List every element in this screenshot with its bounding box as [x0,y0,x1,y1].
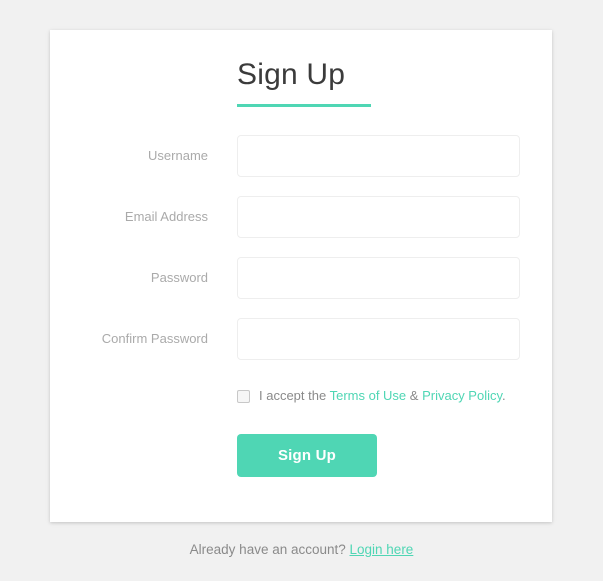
signup-card: Sign Up Username Email Address Password … [50,30,552,522]
username-label: Username [148,148,208,163]
confirm-password-input[interactable] [237,318,520,360]
signup-page: Sign Up Username Email Address Password … [0,0,603,581]
terms-prefix: I accept the [259,388,330,403]
footer: Already have an account? Login here [0,541,603,559]
password-label: Password [150,270,208,285]
footer-text: Already have an account? [189,542,350,557]
terms-suffix: . [502,388,506,403]
login-here-link[interactable]: Login here [350,542,414,557]
terms-of-use-link[interactable]: Terms of Use [330,388,407,403]
terms-row: I accept the Terms of Use & Privacy Poli… [237,388,506,404]
username-input[interactable] [237,135,520,177]
form-row-confirm-password: Confirm Password [50,318,552,379]
page-title-text: Sign Up [237,58,346,91]
password-input[interactable] [237,257,520,299]
form-row-password: Password [50,257,552,318]
signup-form: Username Email Address Password Confirm … [50,135,552,379]
form-row-username: Username [50,135,552,196]
email-label: Email Address [124,209,208,224]
terms-text: I accept the Terms of Use & Privacy Poli… [259,388,506,404]
accept-terms-checkbox[interactable] [237,389,250,403]
email-input[interactable] [237,196,520,238]
title-underline [237,104,371,107]
confirm-password-label: Confirm Password [101,331,208,346]
page-title: Sign Up [237,55,377,107]
privacy-policy-link[interactable]: Privacy Policy [422,388,502,403]
sign-up-button[interactable]: Sign Up [237,434,377,477]
terms-separator: & [406,388,423,403]
form-row-email: Email Address [50,196,552,257]
